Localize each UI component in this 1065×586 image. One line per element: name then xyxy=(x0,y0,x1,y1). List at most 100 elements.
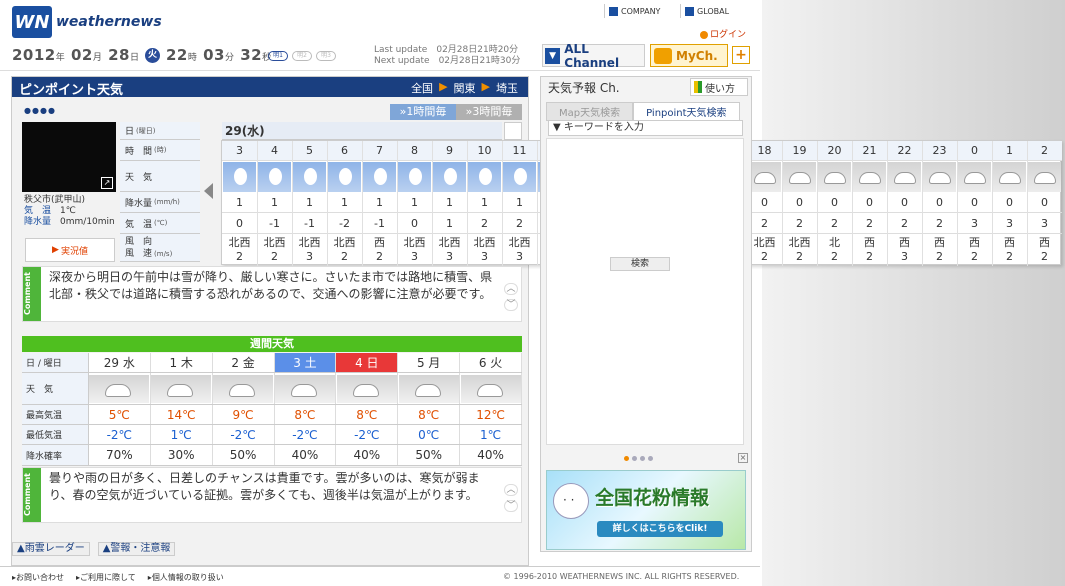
hour-column: 5 1 -1 北西 3 xyxy=(292,141,327,266)
carousel-dot[interactable] xyxy=(624,456,629,461)
keyword-input[interactable]: ▼ キーワードを入力 xyxy=(548,120,743,136)
weather-cell xyxy=(992,162,1027,192)
actual-value-button[interactable]: ▶ 実況値 xyxy=(25,238,115,262)
comment-tag: Comment xyxy=(23,267,41,321)
cloud-shape xyxy=(859,172,881,184)
footer-links: ▸お問い合わせ ▸ご利用に際して ▸個人情報の取り扱い xyxy=(12,572,224,583)
pinpoint-title: ピンポイント天気 xyxy=(19,83,124,98)
hourly-1-button[interactable]: »1時間毎 xyxy=(390,104,456,120)
add-button[interactable]: + xyxy=(732,46,750,64)
precip-value: 1 xyxy=(467,193,502,213)
weathernews-logo[interactable]: WN weathernews xyxy=(12,6,162,38)
footer-terms[interactable]: ▸ご利用に際して xyxy=(76,572,136,583)
hour-column: 21 0 2 西 2 xyxy=(852,141,887,266)
interval-toggle: »1時間毎 »3時間毎 xyxy=(390,104,522,120)
temp-value: 3 xyxy=(1027,214,1062,234)
close-icon[interactable]: × xyxy=(738,453,748,463)
hour-value: 20 xyxy=(817,141,852,161)
cloud-icon xyxy=(958,162,991,192)
weekly-weather-cell xyxy=(460,373,522,404)
row-label-wind-speed: 風 速 xyxy=(125,248,153,259)
breadcrumb-saitama[interactable]: 埼玉 xyxy=(496,80,518,96)
tab-warnings[interactable]: ▲警報・注意報 xyxy=(97,542,176,556)
weekly-row-date: 日 / 曜日 29 水1 木2 金3 土4 日5 月6 火 xyxy=(22,353,522,373)
tab-map-search[interactable]: Map天気検索 xyxy=(546,102,634,121)
column-divider xyxy=(257,141,258,266)
breadcrumb-kanto[interactable]: 関東 xyxy=(454,80,476,96)
cloud-icon xyxy=(783,162,816,192)
weather-cell xyxy=(327,162,362,192)
search-tabs: Map天気検索 Pinpoint天気検索 xyxy=(546,102,740,121)
column-divider xyxy=(292,141,293,266)
last-update-value: 02月28日21時20分 xyxy=(436,45,519,55)
hour-column: 23 0 2 西 2 xyxy=(922,141,957,266)
carousel-dot[interactable] xyxy=(640,456,645,461)
prev-arrow-icon[interactable] xyxy=(204,183,213,199)
row-label-main: 時 間 xyxy=(125,146,153,157)
search-button[interactable]: 検索 xyxy=(610,257,670,271)
cloud-shape xyxy=(999,172,1021,184)
footer-privacy[interactable]: ▸個人情報の取り扱い xyxy=(148,572,224,583)
all-channel-button[interactable]: ▼ ALL Channel xyxy=(542,42,645,70)
footer-contact[interactable]: ▸お問い合わせ xyxy=(12,572,64,583)
weekly-weather-cell xyxy=(274,373,337,404)
weather-cell xyxy=(257,162,292,192)
wind-speed-value: 2 xyxy=(236,250,243,263)
weather-cell xyxy=(852,162,887,192)
carousel-dot[interactable] xyxy=(648,456,653,461)
loc-rain-value: 0mm/10min xyxy=(60,217,115,227)
global-link[interactable]: GLOBAL xyxy=(680,4,729,18)
cloud-icon xyxy=(923,162,956,192)
snow-icon xyxy=(363,162,396,192)
tab-pinpoint-search[interactable]: Pinpoint天気検索 xyxy=(633,102,740,121)
scroll-down-icon[interactable]: ﹀ xyxy=(504,500,518,512)
hour-column: 18 0 2 北西 2 xyxy=(747,141,782,266)
scroll-up-icon[interactable]: ︿ xyxy=(504,484,518,496)
precip-value: 0 xyxy=(852,193,887,213)
chevron-down-icon: ▼ xyxy=(545,47,561,64)
weekly-rain-cell: 50% xyxy=(398,445,461,465)
wind-dir-value: 西 xyxy=(969,236,980,249)
tab-rain-radar[interactable]: ▲雨雲レーダー xyxy=(12,542,90,556)
pill-2[interactable]: 明2 xyxy=(292,51,312,61)
pollen-banner[interactable]: 全国花粉情報 詳しくはこちらをClik! xyxy=(546,470,746,550)
mych-button[interactable]: MyCh. xyxy=(650,44,728,67)
precip-value: 1 xyxy=(432,193,467,213)
temp-value: 2 xyxy=(817,214,852,234)
carousel-dot[interactable] xyxy=(632,456,637,461)
day-header: 29(水) xyxy=(222,122,502,140)
precip-value: 1 xyxy=(257,193,292,213)
weekly-weather-cell xyxy=(336,373,399,404)
login-link[interactable]: ログイン xyxy=(700,27,746,40)
cloud-icon xyxy=(460,374,521,403)
snow-icon xyxy=(398,162,431,192)
precip-value: 0 xyxy=(992,193,1027,213)
breadcrumb-national[interactable]: 全国 xyxy=(411,80,433,96)
pill-3[interactable]: 明3 xyxy=(316,51,336,61)
weekly-comment: Comment 曇りや雨の日が多く、日差しのチャンスは貴重です。雲が多いのは、寒… xyxy=(22,467,522,523)
hour-value: 3 xyxy=(222,141,257,161)
wind-speed-value: 3 xyxy=(446,250,453,263)
expand-icon[interactable]: ↗ xyxy=(101,177,113,189)
cloud-shape xyxy=(929,172,951,184)
company-link[interactable]: COMPANY xyxy=(604,4,660,18)
snowman-shape xyxy=(514,168,527,185)
page-background-right xyxy=(762,0,1065,586)
pill-1[interactable]: 明1 xyxy=(268,51,288,61)
hourly-3-button[interactable]: »3時間毎 xyxy=(456,104,522,120)
header-divider xyxy=(0,70,760,71)
logo-mark: WN xyxy=(12,6,52,38)
logo-text: weathernews xyxy=(56,14,162,30)
scroll-down-icon[interactable]: ﹀ xyxy=(504,299,518,311)
precip-value: 1 xyxy=(222,193,257,213)
live-camera-image[interactable]: ↗ xyxy=(22,122,116,192)
scroll-up-icon[interactable]: ︿ xyxy=(504,283,518,295)
column-divider xyxy=(1027,141,1028,266)
wind-dir-value: 西 xyxy=(864,236,875,249)
banner-link[interactable]: 詳しくはこちらをClik! xyxy=(597,521,723,537)
weekly-high-cell: 12℃ xyxy=(460,405,522,424)
howto-button[interactable]: 使い方 xyxy=(690,78,748,96)
column-divider xyxy=(782,141,783,266)
channel-title: 天気予報 Ch. xyxy=(548,81,620,95)
column-divider xyxy=(817,141,818,266)
